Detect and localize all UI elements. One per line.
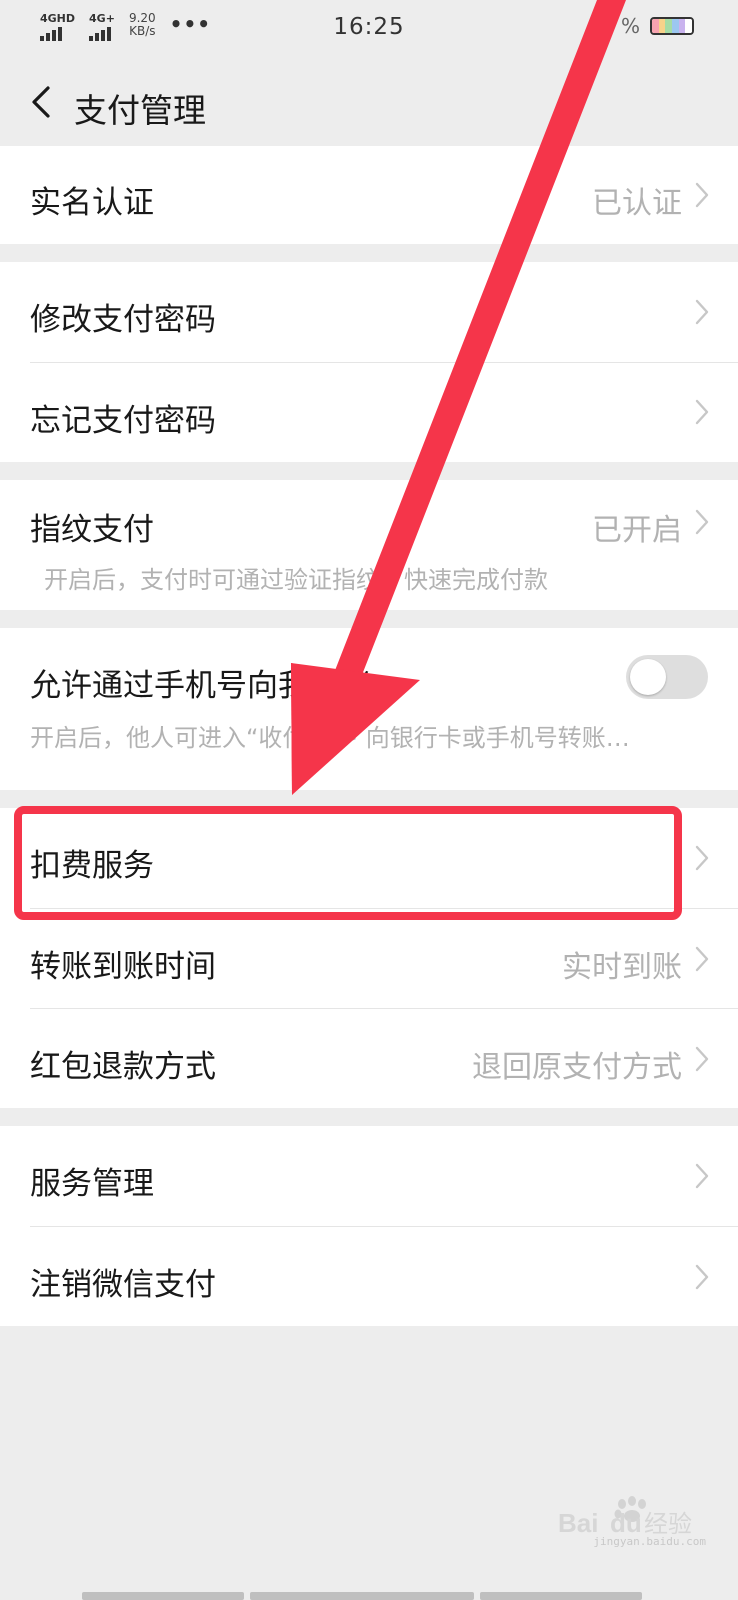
row-description: 开启后，支付时可通过验证指纹，快速完成付款 <box>44 566 548 594</box>
row-description: 开启后，他人可进入“收付款 > 向银行卡或手机号转账… <box>30 724 630 752</box>
watermark-brand-2: du <box>610 1508 642 1538</box>
row-label: 指纹支付 <box>30 512 154 548</box>
row-cancel-wechat-pay[interactable]: 注销微信支付 <box>0 1227 738 1326</box>
nav-bar: 支付管理 <box>0 60 738 146</box>
chevron-right-icon <box>695 845 709 871</box>
status-right: 4G % <box>593 14 694 38</box>
toggle-knob <box>630 659 666 695</box>
row-service-management[interactable]: 服务管理 <box>0 1126 738 1226</box>
chevron-right-icon <box>695 182 709 208</box>
row-label: 修改支付密码 <box>30 302 216 338</box>
chevron-right-icon <box>695 946 709 972</box>
watermark-url: jingyan.baidu.com <box>593 1535 706 1548</box>
group-identity: 实名认证 已认证 <box>0 146 738 244</box>
row-label: 忘记支付密码 <box>30 403 216 439</box>
phone-transfer-toggle[interactable] <box>626 655 708 699</box>
annotation-highlight-box <box>14 806 682 920</box>
group-account: 服务管理 注销微信支付 <box>0 1126 738 1326</box>
chevron-right-icon <box>695 509 709 535</box>
back-arrow-icon[interactable] <box>26 82 66 122</box>
row-phone-transfer: 允许通过手机号向我转账 开启后，他人可进入“收付款 > 向银行卡或手机号转账… <box>0 628 738 790</box>
watermark-cn: 经验 <box>644 1510 692 1538</box>
row-label: 注销微信支付 <box>30 1267 216 1303</box>
row-transfer-time[interactable]: 转账到账时间 实时到账 <box>0 909 738 1008</box>
chevron-right-icon <box>695 399 709 425</box>
bottom-indicator <box>0 1588 738 1600</box>
group-phone-transfer: 允许通过手机号向我转账 开启后，他人可进入“收付款 > 向银行卡或手机号转账… <box>0 628 738 790</box>
row-value: 退回原支付方式 <box>472 1050 682 1085</box>
group-password: 修改支付密码 忘记支付密码 <box>0 262 738 462</box>
row-label: 服务管理 <box>30 1166 154 1202</box>
row-change-password[interactable]: 修改支付密码 <box>0 262 738 362</box>
row-value: 已开启 <box>592 513 682 548</box>
row-label: 实名认证 <box>30 185 154 221</box>
row-label: 红包退款方式 <box>30 1049 216 1085</box>
battery-percent: % <box>620 14 640 38</box>
network-type-3: 4G <box>592 19 611 33</box>
chevron-right-icon <box>695 1163 709 1189</box>
watermark-brand: Bai <box>558 1508 598 1538</box>
row-fingerprint-pay[interactable]: 指纹支付 已开启 开启后，支付时可通过验证指纹，快速完成付款 <box>0 480 738 610</box>
row-label: 允许通过手机号向我转账 <box>30 668 371 704</box>
status-bar: 4GHD 4G+ 9.20 KB/s ••• 16:25 4G % <box>0 0 738 56</box>
page-title: 支付管理 <box>74 91 206 130</box>
chevron-right-icon <box>695 299 709 325</box>
group-fingerprint: 指纹支付 已开启 开启后，支付时可通过验证指纹，快速完成付款 <box>0 480 738 610</box>
row-label: 转账到账时间 <box>30 949 216 985</box>
battery-icon <box>650 17 694 35</box>
chevron-right-icon <box>695 1264 709 1290</box>
chevron-right-icon <box>695 1046 709 1072</box>
row-value: 实时到账 <box>562 950 682 985</box>
row-real-name[interactable]: 实名认证 已认证 <box>0 146 738 244</box>
row-red-packet-refund[interactable]: 红包退款方式 退回原支付方式 <box>0 1009 738 1108</box>
row-value: 已认证 <box>592 186 682 221</box>
row-forgot-password[interactable]: 忘记支付密码 <box>0 363 738 462</box>
